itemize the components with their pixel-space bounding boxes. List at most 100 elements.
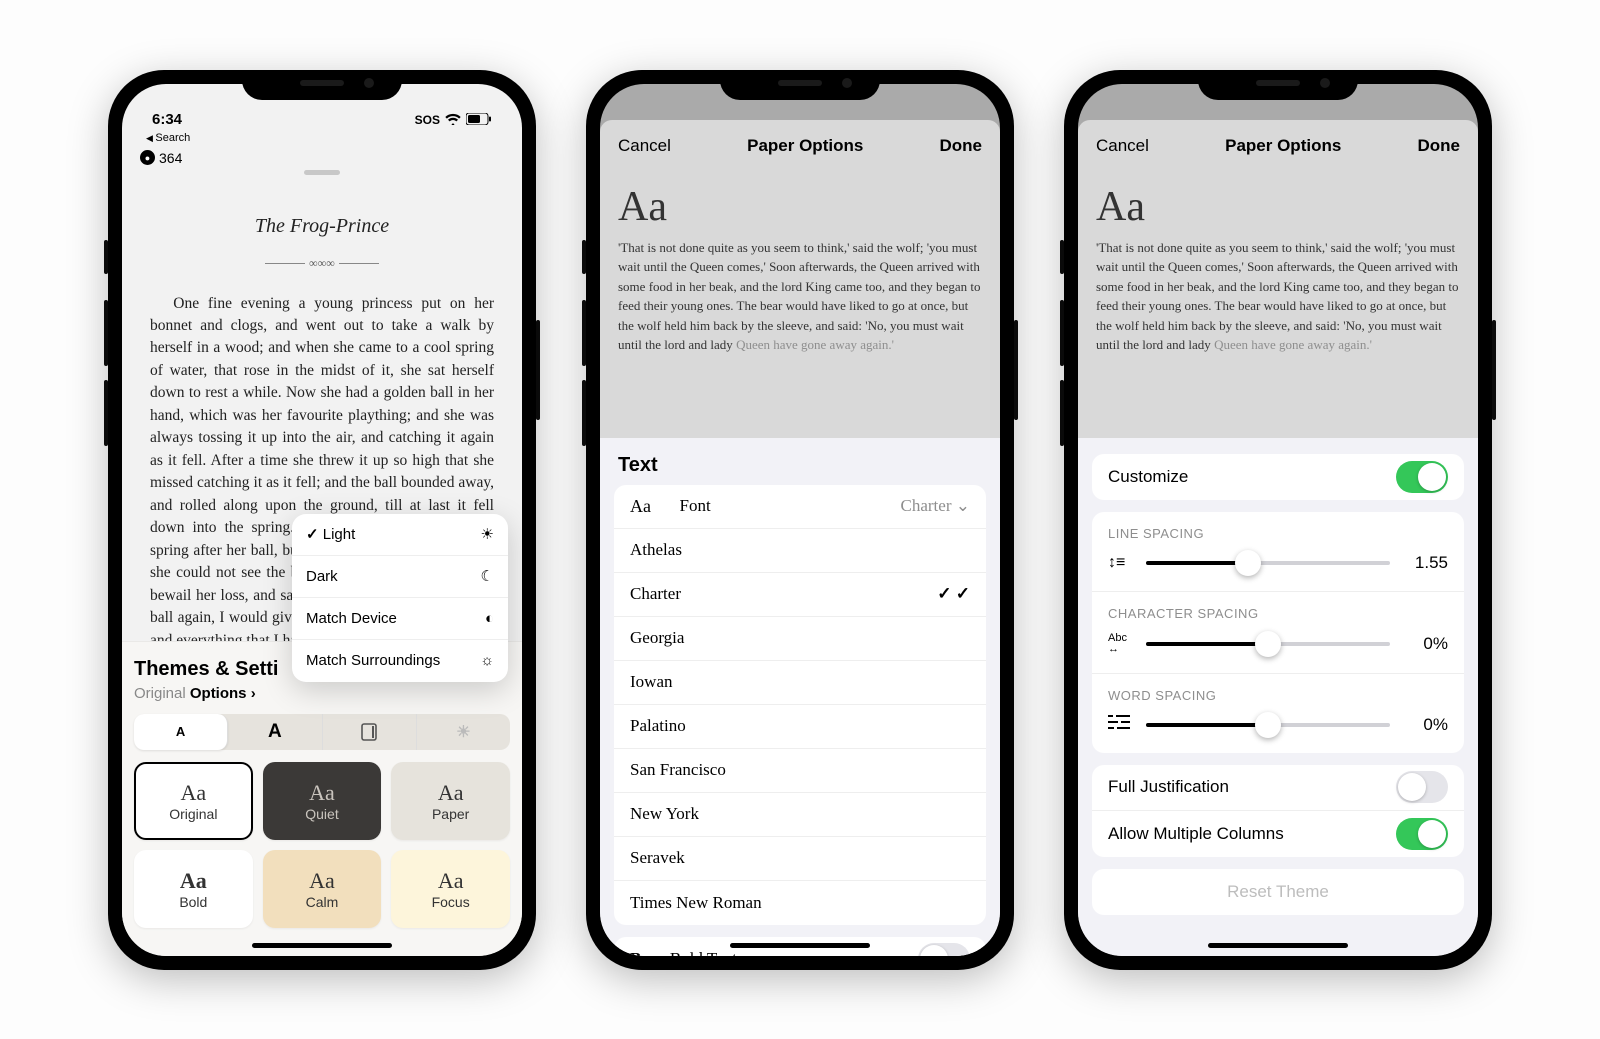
- font-times[interactable]: Times New Roman: [614, 881, 986, 925]
- preview-body: 'That is not done quite as you seem to t…: [1096, 238, 1460, 355]
- font-athelas[interactable]: Athelas: [614, 529, 986, 573]
- sheet-header: Cancel Paper Options Done: [1078, 120, 1478, 172]
- char-spacing-slider[interactable]: [1146, 642, 1390, 646]
- line-spacing-block: LINE SPACING ↕≡ 1.55: [1092, 512, 1464, 592]
- word-spacing-slider[interactable]: [1146, 723, 1390, 727]
- appearance-match-device[interactable]: Match Device ◐: [292, 598, 508, 640]
- moon-icon: ☾: [481, 567, 494, 585]
- half-circle-icon: ◐: [485, 610, 494, 627]
- theme-paper[interactable]: AaPaper: [391, 762, 510, 840]
- page-count-icon: ●: [140, 150, 155, 165]
- appearance-dark[interactable]: Dark ☾: [292, 556, 508, 598]
- page-count: ● 364: [122, 146, 522, 170]
- text-preview: Aa 'That is not done quite as you seem t…: [600, 172, 1000, 355]
- font-iowan[interactable]: Iowan: [614, 661, 986, 705]
- sheet-title: Paper Options: [1225, 136, 1341, 156]
- bold-icon: B: [630, 949, 641, 956]
- appearance-light[interactable]: Light ☀︎: [292, 514, 508, 556]
- font-panel: Text Aa Font Charter ⌄ Athelas Charter✓ …: [600, 438, 1000, 956]
- home-indicator[interactable]: [730, 943, 870, 948]
- phone-2-frame: Cancel Paper Options Done Aa 'That is no…: [586, 70, 1014, 970]
- justification-card: Full Justification Allow Multiple Column…: [1092, 765, 1464, 857]
- themes-tabs: Original Options: [134, 685, 510, 702]
- cancel-button[interactable]: Cancel: [1096, 136, 1149, 156]
- theme-quiet[interactable]: AaQuiet: [263, 762, 382, 840]
- cancel-button[interactable]: Cancel: [618, 136, 671, 156]
- word-spacing-value: 0%: [1404, 715, 1448, 735]
- battery-icon: [466, 113, 492, 128]
- done-button[interactable]: Done: [1417, 136, 1460, 156]
- sheet-header: Cancel Paper Options Done: [600, 120, 1000, 172]
- theme-original[interactable]: AaOriginal: [134, 762, 253, 840]
- done-button[interactable]: Done: [939, 136, 982, 156]
- seg-scroll-icon[interactable]: [323, 714, 417, 750]
- font-seravek[interactable]: Seravek: [614, 837, 986, 881]
- line-spacing-slider[interactable]: [1146, 561, 1390, 565]
- font-san-francisco[interactable]: San Francisco: [614, 749, 986, 793]
- section-text: Text: [600, 448, 1000, 485]
- tab-options[interactable]: Options: [190, 685, 256, 702]
- multi-columns-row: Allow Multiple Columns: [1092, 811, 1464, 857]
- customize-card: Customize: [1092, 454, 1464, 500]
- customize-row: Customize: [1092, 454, 1464, 500]
- home-indicator[interactable]: [252, 943, 392, 948]
- line-spacing-icon: ↕≡: [1108, 554, 1132, 572]
- line-spacing-value: 1.55: [1404, 553, 1448, 573]
- char-spacing-icon: Abc↔: [1108, 633, 1132, 655]
- word-spacing-icon: [1108, 715, 1132, 734]
- phone-3-frame: Cancel Paper Options Done Aa 'That is no…: [1064, 70, 1492, 970]
- sun-icon: ☀︎: [481, 525, 494, 543]
- font-georgia[interactable]: Georgia: [614, 617, 986, 661]
- spacing-card: LINE SPACING ↕≡ 1.55 CHARACTER SPACING A…: [1092, 512, 1464, 753]
- chevron-down-icon: ⌄: [956, 496, 970, 515]
- sheet-title: Paper Options: [747, 136, 863, 156]
- appearance-match-surroundings[interactable]: Match Surroundings ☼: [292, 640, 508, 682]
- aa-icon: Aa: [630, 496, 651, 517]
- char-spacing-block: CHARACTER SPACING Abc↔ 0%: [1092, 592, 1464, 674]
- full-justification-row: Full Justification: [1092, 765, 1464, 811]
- char-spacing-value: 0%: [1404, 634, 1448, 654]
- font-charter[interactable]: Charter✓: [614, 573, 986, 617]
- preview-body: 'That is not done quite as you seem to t…: [618, 238, 982, 355]
- char-spacing-label: CHARACTER SPACING: [1108, 606, 1448, 621]
- check-icon: ✓: [937, 584, 970, 604]
- text-preview: Aa 'That is not done quite as you seem t…: [1078, 172, 1478, 355]
- reset-theme-button[interactable]: Reset Theme: [1092, 869, 1464, 915]
- layout-panel: Customize LINE SPACING ↕≡ 1.55: [1078, 438, 1478, 956]
- home-indicator[interactable]: [1208, 943, 1348, 948]
- breadcrumb-back[interactable]: Search: [122, 132, 522, 146]
- word-spacing-label: WORD SPACING: [1108, 688, 1448, 703]
- line-spacing-label: LINE SPACING: [1108, 526, 1448, 541]
- full-justification-toggle[interactable]: [1396, 771, 1448, 803]
- word-spacing-block: WORD SPACING 0%: [1092, 674, 1464, 753]
- theme-grid: AaOriginal AaQuiet AaPaper AaBold AaCalm: [134, 762, 510, 928]
- status-time: 6:34: [152, 111, 182, 128]
- font-row-header[interactable]: Aa Font Charter ⌄: [614, 485, 986, 529]
- brightness-icon: ☼: [480, 652, 494, 669]
- seg-brightness-icon[interactable]: ☀︎: [417, 714, 510, 750]
- segmented-control: A A ☀︎: [134, 714, 510, 750]
- status-sos: SOS: [415, 113, 440, 127]
- tab-original[interactable]: Original: [134, 685, 186, 702]
- wifi-icon: [445, 113, 461, 128]
- customize-toggle[interactable]: [1396, 461, 1448, 493]
- font-palatino[interactable]: Palatino: [614, 705, 986, 749]
- ornament-divider: ∞∞∞: [150, 256, 494, 271]
- phone-1-frame: 6:34 SOS Search ● 364 The F: [108, 70, 536, 970]
- theme-focus[interactable]: AaFocus: [391, 850, 510, 928]
- options-sheet: Cancel Paper Options Done Aa 'That is no…: [1078, 120, 1478, 956]
- themes-sheet: Themes & Setti Original Options A A ☀︎ A…: [122, 641, 522, 956]
- seg-font-large[interactable]: A: [228, 714, 322, 750]
- bold-text-toggle[interactable]: [918, 943, 970, 956]
- multi-columns-toggle[interactable]: [1396, 818, 1448, 850]
- preview-aa: Aa: [1096, 186, 1460, 228]
- theme-calm[interactable]: AaCalm: [263, 850, 382, 928]
- appearance-popover: Light ☀︎ Dark ☾ Match Device ◐ Match Sur…: [292, 514, 508, 682]
- story-title: The Frog-Prince: [150, 215, 494, 238]
- font-list: Aa Font Charter ⌄ Athelas Charter✓ Georg…: [614, 485, 986, 925]
- preview-aa: Aa: [618, 186, 982, 228]
- options-sheet: Cancel Paper Options Done Aa 'That is no…: [600, 120, 1000, 956]
- seg-font-small[interactable]: A: [134, 714, 228, 750]
- font-new-york[interactable]: New York: [614, 793, 986, 837]
- theme-bold[interactable]: AaBold: [134, 850, 253, 928]
